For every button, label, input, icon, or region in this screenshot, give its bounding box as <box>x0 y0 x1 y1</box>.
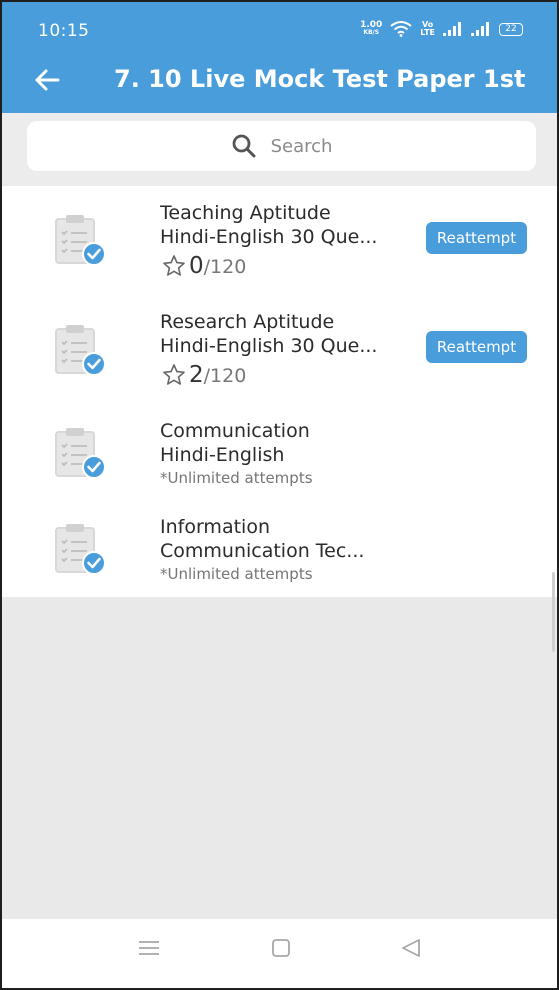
scrollbar[interactable] <box>552 572 555 652</box>
test-subtitle: Hindi-English 30 Que... <box>160 335 378 357</box>
score-total: /120 <box>203 365 247 387</box>
search-placeholder: Search <box>270 135 333 157</box>
signal-icon <box>471 22 489 36</box>
status-icons: 1.00 KB/S Vo LTE 22 <box>360 19 523 39</box>
test-subtitle: Hindi-English <box>160 444 285 466</box>
status-time: 10:15 <box>38 21 90 41</box>
toolbar: 7. 10 Live Mock Test Paper 1st <box>2 48 557 113</box>
clipboard-check-icon <box>55 215 106 266</box>
volte-indicator: Vo LTE <box>420 21 435 37</box>
score-row: 2 /120 <box>162 363 246 387</box>
star-icon <box>163 364 185 385</box>
search-icon <box>232 134 256 158</box>
score-value: 2 <box>189 362 204 388</box>
network-speed-unit: KB/S <box>363 29 380 36</box>
clipboard-check-icon <box>55 524 106 575</box>
test-title: Communication <box>160 420 310 442</box>
network-speed: 1.00 KB/S <box>360 21 382 37</box>
status-bar: 10:15 1.00 KB/S Vo LTE 22 <box>2 2 557 48</box>
search-area: Search <box>2 113 557 186</box>
list-item[interactable]: Communication Hindi-English *Unlimited a… <box>2 403 557 499</box>
score-row: 0 /120 <box>162 254 246 278</box>
system-nav-bar <box>2 919 557 988</box>
score-total: /120 <box>203 256 247 278</box>
clipboard-check-icon <box>55 428 106 479</box>
test-title: Teaching Aptitude <box>160 202 331 224</box>
back-triangle-icon[interactable] <box>398 937 424 959</box>
back-button[interactable] <box>28 62 66 98</box>
network-speed-value: 1.00 <box>360 20 383 30</box>
app-frame: 10:15 1.00 KB/S Vo LTE 22 7. 10 Live Moc… <box>0 0 559 990</box>
list-item[interactable]: Research Aptitude Hindi-English 30 Que..… <box>2 294 557 403</box>
arrow-left-icon <box>35 69 60 91</box>
volte-bottom-label: LTE <box>420 28 435 37</box>
home-square-icon[interactable] <box>268 937 294 959</box>
page-title: 7. 10 Live Mock Test Paper 1st <box>114 65 526 93</box>
list-item[interactable]: Teaching Aptitude Hindi-English 30 Que..… <box>2 186 557 294</box>
attempts-note: *Unlimited attempts <box>160 469 313 487</box>
battery-icon: 22 <box>499 22 523 36</box>
test-list: Teaching Aptitude Hindi-English 30 Que..… <box>2 186 557 597</box>
menu-icon[interactable] <box>136 937 162 959</box>
reattempt-button[interactable]: Reattempt <box>426 222 527 254</box>
signal-icon <box>443 22 461 36</box>
reattempt-button[interactable]: Reattempt <box>426 331 527 363</box>
test-subtitle: Communication Tec... <box>160 540 365 562</box>
wifi-icon <box>390 21 412 37</box>
search-input[interactable]: Search <box>27 121 536 171</box>
score-value: 0 <box>189 253 204 279</box>
clipboard-check-icon <box>55 325 106 376</box>
test-subtitle: Hindi-English 30 Que... <box>160 226 378 248</box>
list-item[interactable]: Information Communication Tec... *Unlimi… <box>2 499 557 597</box>
app-header: 10:15 1.00 KB/S Vo LTE 22 7. 10 Live Moc… <box>2 2 557 113</box>
test-title: Research Aptitude <box>160 311 335 333</box>
attempts-note: *Unlimited attempts <box>160 565 313 583</box>
star-icon <box>163 255 185 276</box>
test-title: Information <box>160 516 270 538</box>
